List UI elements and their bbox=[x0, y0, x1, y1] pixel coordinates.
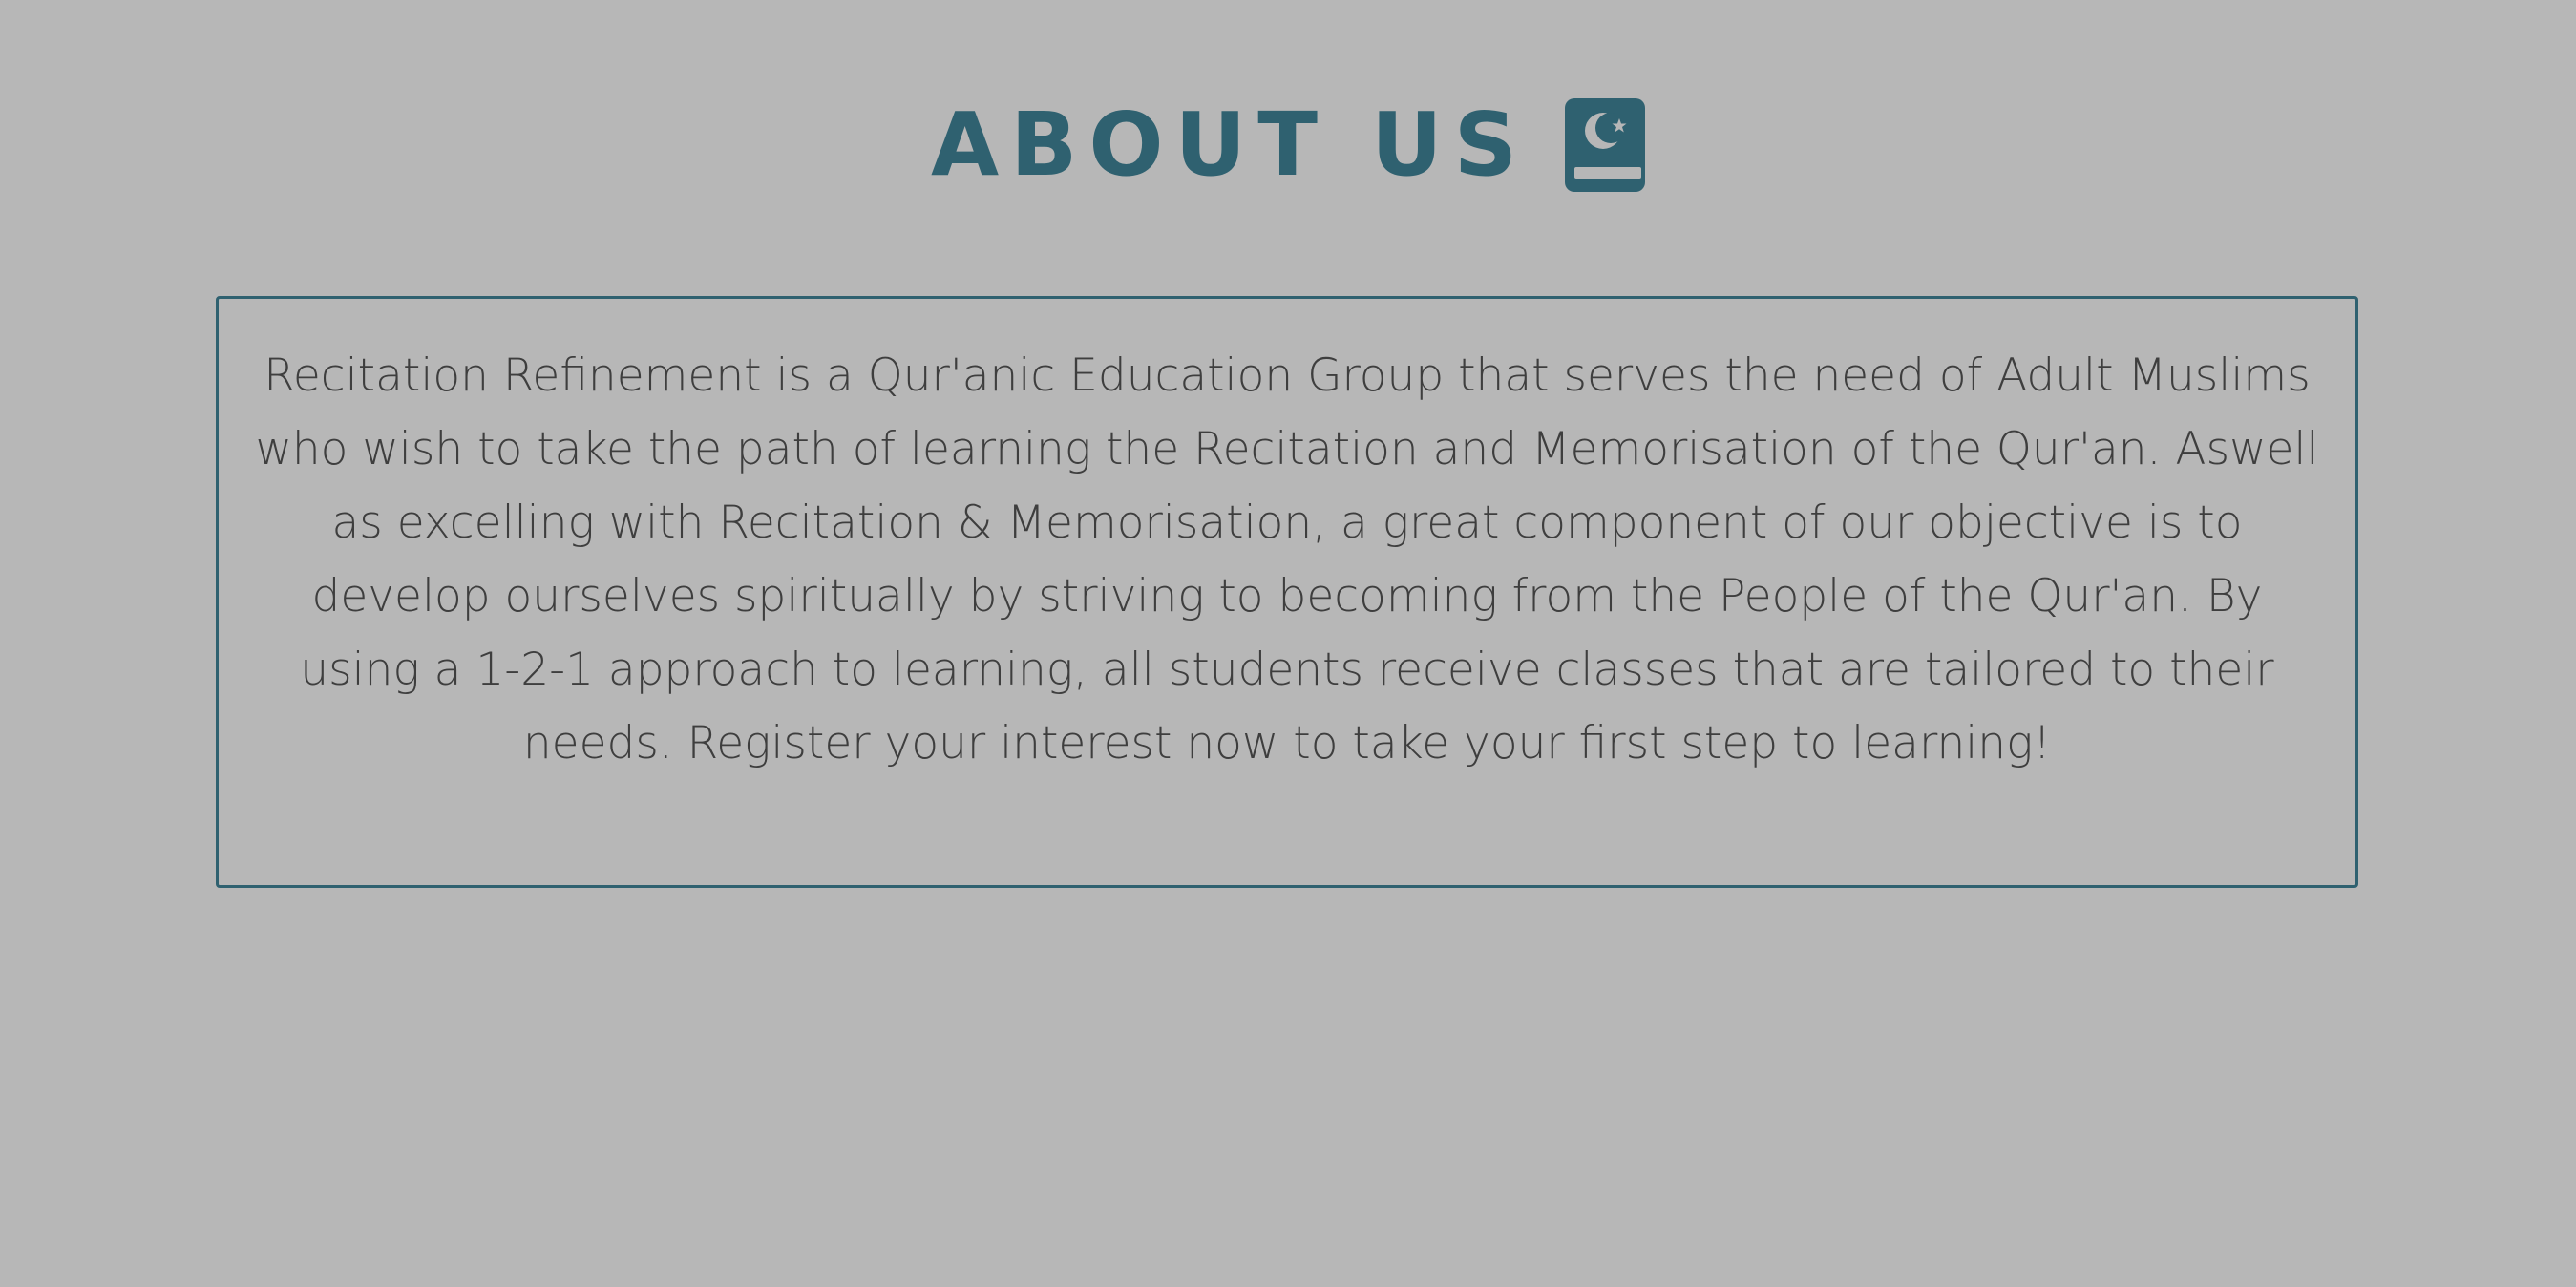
about-description: Recitation Refinement is a Qur'anic Educ… bbox=[255, 349, 2319, 770]
about-text-box: Recitation Refinement is a Qur'anic Educ… bbox=[216, 296, 2358, 888]
page-title: ABOUT US bbox=[931, 94, 1529, 196]
quran-book-icon bbox=[1565, 98, 1645, 192]
about-heading: ABOUT US bbox=[0, 92, 2576, 199]
